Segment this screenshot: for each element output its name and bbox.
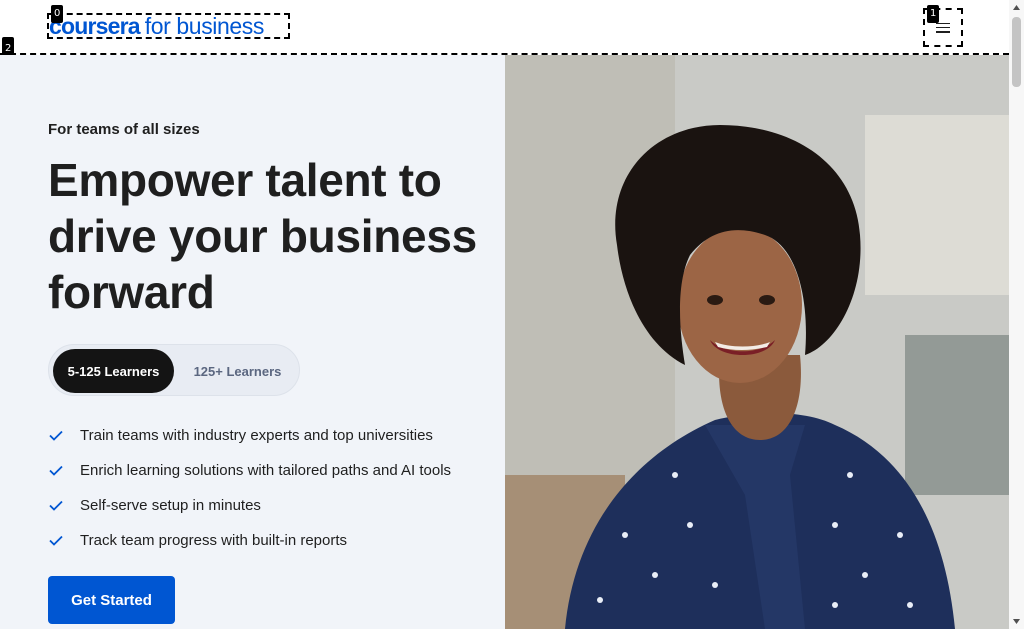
get-started-button[interactable]: Get Started — [48, 576, 175, 624]
smiling-woman-photo — [505, 55, 1009, 629]
feature-text: Track team progress with built-in report… — [80, 532, 348, 549]
scrollbar-thumb[interactable] — [1012, 17, 1021, 87]
feature-text: Self-serve setup in minutes — [80, 497, 261, 514]
hamburger-menu-icon — [936, 22, 950, 33]
hero-headline: Empower talent to drive your business fo… — [48, 154, 477, 318]
toggle-option-5-125-learners[interactable]: 5-125 Learners — [53, 349, 174, 393]
feature-list: Train teams with industry experts and to… — [48, 418, 488, 558]
scroll-up-arrow-icon[interactable] — [1012, 3, 1021, 12]
checkmark-icon — [48, 428, 64, 444]
scroll-down-arrow-icon[interactable] — [1012, 617, 1021, 626]
logo-subtitle: for business — [144, 13, 265, 39]
coursera-for-business-logo[interactable]: coursera for business — [47, 13, 290, 39]
learner-size-toggle: 5-125 Learners 125+ Learners — [48, 344, 300, 396]
element-index-badge: 1 — [927, 5, 940, 23]
feature-text: Enrich learning solutions with tailored … — [80, 462, 452, 479]
toggle-option-125-plus-learners[interactable]: 125+ Learners — [179, 349, 296, 393]
checkmark-icon — [48, 498, 64, 514]
feature-text: Train teams with industry experts and to… — [80, 427, 433, 444]
feature-item: Self-serve setup in minutes — [48, 488, 488, 523]
site-header: coursera for business — [0, 0, 1009, 55]
element-index-badge: 0 — [51, 5, 64, 23]
page-scrollbar[interactable] — [1009, 0, 1024, 629]
feature-item: Track team progress with built-in report… — [48, 523, 488, 558]
feature-item: Enrich learning solutions with tailored … — [48, 453, 488, 488]
checkmark-icon — [48, 463, 64, 479]
hero-eyebrow: For teams of all sizes — [48, 121, 200, 138]
checkmark-icon — [48, 533, 64, 549]
feature-item: Train teams with industry experts and to… — [48, 418, 488, 453]
